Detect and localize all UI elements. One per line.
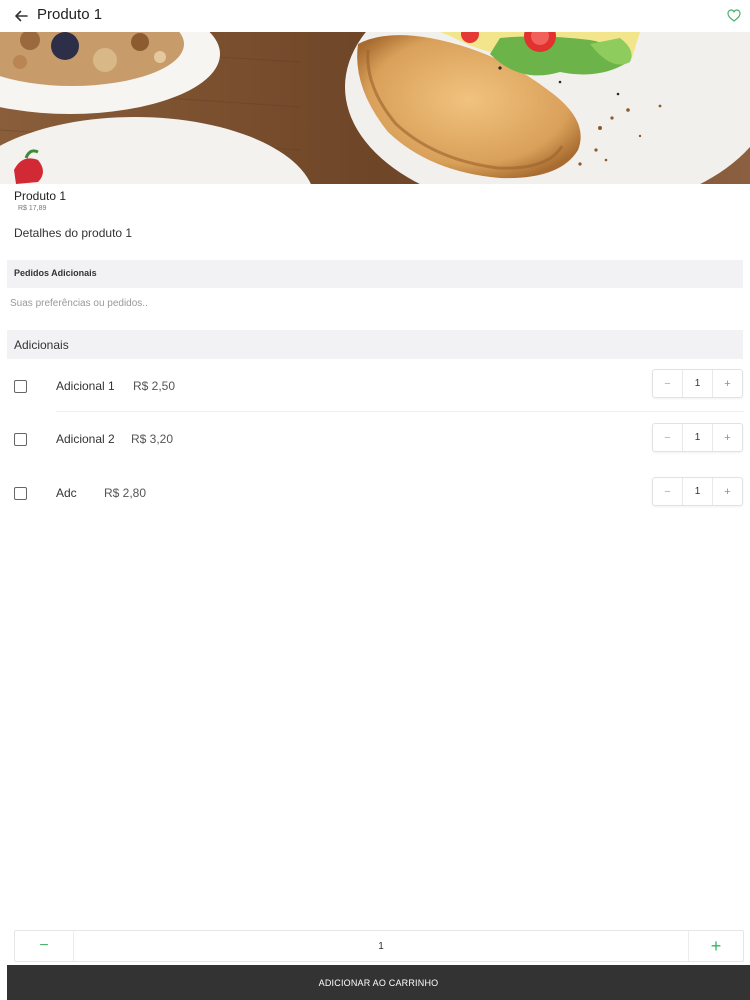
increment-button[interactable]: + bbox=[712, 424, 742, 451]
decrement-button[interactable]: − bbox=[653, 370, 683, 397]
addon-name: Adicional 1 bbox=[56, 379, 115, 393]
addon-checkbox[interactable] bbox=[14, 433, 27, 446]
addon-quantity-stepper: − 1 + bbox=[652, 423, 743, 452]
addon-quantity-stepper: − 1 + bbox=[652, 369, 743, 398]
notes-input[interactable] bbox=[10, 294, 730, 312]
addon-quantity-stepper: − 1 + bbox=[652, 477, 743, 506]
addon-row: Adicional 1 R$ 2,50 − 1 + bbox=[0, 360, 750, 412]
increment-button[interactable]: + bbox=[712, 478, 742, 505]
addon-price: R$ 2,80 bbox=[104, 486, 147, 500]
product-quantity-stepper: − 1 + bbox=[14, 930, 744, 962]
arrow-left-icon bbox=[15, 10, 28, 22]
addon-checkbox[interactable] bbox=[14, 487, 27, 500]
addon-price: R$ 2,50 bbox=[133, 379, 176, 393]
app-header: Produto 1 bbox=[0, 0, 750, 32]
addon-row: Adicional 2 R$ 3,20 − 1 + bbox=[0, 413, 750, 465]
addon-name: Adc bbox=[56, 486, 77, 500]
adicionais-title: Adicionais bbox=[14, 338, 69, 352]
addon-quantity-value: 1 bbox=[694, 378, 701, 389]
back-button[interactable] bbox=[10, 5, 32, 27]
product-name: Produto 1 bbox=[14, 189, 67, 203]
addon-quantity-value: 1 bbox=[694, 432, 701, 443]
pedidos-adicionais-header: Pedidos Adicionais bbox=[7, 260, 743, 288]
product-quantity-value: 1 bbox=[378, 940, 384, 952]
pedidos-adicionais-title: Pedidos Adicionais bbox=[14, 268, 97, 278]
addon-name: Adicional 2 bbox=[56, 432, 115, 446]
decrement-button[interactable]: − bbox=[653, 478, 683, 505]
decrement-button[interactable]: − bbox=[653, 424, 683, 451]
addon-price: R$ 3,20 bbox=[131, 432, 174, 446]
page-title: Produto 1 bbox=[37, 6, 103, 23]
adicionais-header: Adicionais bbox=[7, 330, 743, 359]
favorite-button[interactable] bbox=[724, 5, 744, 25]
addon-quantity-value: 1 bbox=[694, 486, 701, 497]
product-details: Detalhes do produto 1 bbox=[14, 226, 133, 240]
heart-outline-icon bbox=[727, 8, 741, 22]
increment-button[interactable]: + bbox=[712, 370, 742, 397]
row-divider bbox=[56, 411, 744, 412]
product-price: R$ 17,89 bbox=[18, 205, 47, 212]
quantity-decrement-button[interactable]: − bbox=[15, 931, 74, 961]
addon-row: Adc R$ 2,80 − 1 + bbox=[0, 467, 750, 519]
add-to-cart-button[interactable]: ADICIONAR AO CARRINHO bbox=[7, 965, 750, 1000]
quantity-increment-button[interactable]: + bbox=[688, 931, 743, 961]
food-photo bbox=[0, 32, 750, 184]
addon-checkbox[interactable] bbox=[14, 380, 27, 393]
product-image bbox=[0, 32, 750, 184]
